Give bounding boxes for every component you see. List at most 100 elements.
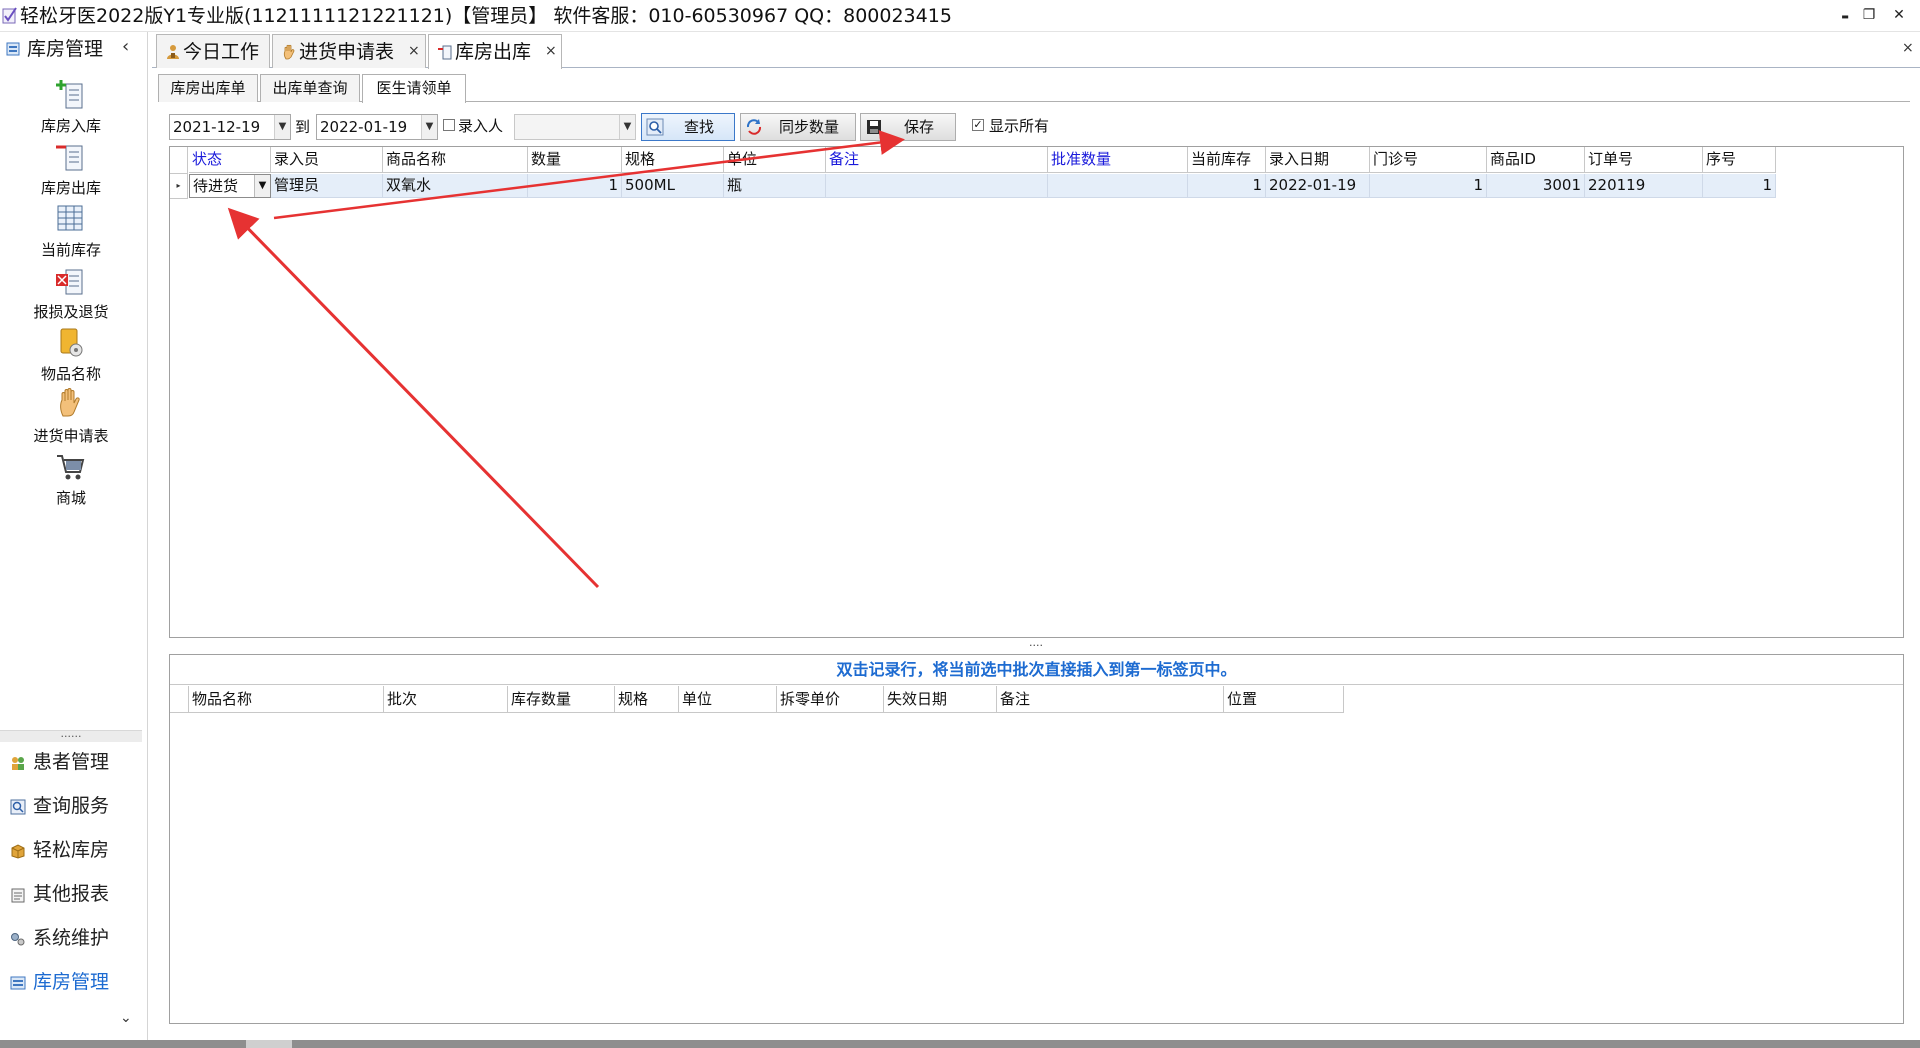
column-header-location[interactable]: 位置 [1224, 686, 1344, 713]
tab-label: 今日工作 [183, 41, 260, 63]
column-header-product-name[interactable]: 商品名称 [383, 147, 528, 173]
title-bar: 轻松牙医2022版Y1专业版(1121111121221121)【管理员】 软件… [0, 0, 1920, 32]
column-header-quantity[interactable]: 数量 [528, 147, 622, 173]
cell-unit[interactable]: 瓶 [724, 174, 826, 198]
batch-hint-text: 双击记录行，将当前选中批次直接插入到第一标签页中。 [170, 655, 1903, 685]
save-icon [867, 120, 881, 134]
column-header-batch[interactable]: 批次 [384, 686, 508, 713]
column-header-entry-clerk[interactable]: 录入员 [271, 147, 383, 173]
cell-entry-clerk[interactable]: 管理员 [271, 174, 383, 198]
chevron-down-icon[interactable]: ▼ [274, 115, 290, 139]
chevron-down-icon[interactable]: ▼ [254, 175, 270, 197]
cell-seq-no[interactable]: 1 [1703, 174, 1776, 198]
column-header-split-price[interactable]: 拆零单价 [777, 686, 884, 713]
module-other-reports[interactable]: 其他报表 [0, 878, 142, 912]
module-patients[interactable]: 患者管理 [0, 746, 142, 780]
column-header-approved-qty[interactable]: 批准数量 [1048, 147, 1188, 173]
storage-icon [6, 42, 20, 56]
maintenance-icon [11, 933, 25, 946]
date-from-picker[interactable]: 2021-12-19 ▼ [169, 114, 291, 140]
tab-purchase-request[interactable]: 进货申请表 × [272, 34, 426, 68]
column-header-order-no[interactable]: 订单号 [1585, 147, 1703, 173]
sync-quantity-button[interactable]: 同步数量 [740, 113, 856, 141]
entry-person-checkbox[interactable] [443, 119, 455, 131]
tool-label: 当前库存 [40, 241, 101, 259]
header-corner [170, 686, 189, 713]
shopping-cart-icon [57, 455, 85, 480]
cell-remarks[interactable] [826, 174, 1048, 198]
scrollbar-thumb[interactable] [246, 1040, 292, 1048]
column-header-status[interactable]: 状态 [189, 147, 271, 173]
tab-today-work[interactable]: 今日工作 [156, 34, 270, 68]
column-header-entry-date[interactable]: 录入日期 [1266, 147, 1370, 173]
column-header-seq-no[interactable]: 序号 [1703, 147, 1776, 173]
close-button[interactable]: ✕ [1890, 6, 1908, 24]
app-logo-icon [2, 7, 17, 24]
cell-spec[interactable]: 500ML [622, 174, 724, 198]
close-tab-icon[interactable]: × [545, 43, 557, 59]
cell-quantity[interactable]: 1 [528, 174, 622, 198]
reports-icon [11, 888, 25, 903]
column-header-remarks[interactable]: 备注 [997, 686, 1224, 713]
tool-label: 进货申请表 [33, 427, 109, 445]
nav-splitter[interactable]: ...... [0, 728, 142, 742]
cell-clinic-no[interactable]: 1 [1370, 174, 1487, 198]
tool-mall[interactable]: 商城 [0, 448, 142, 520]
collapse-nav-icon[interactable]: ‹ [122, 36, 129, 57]
chevron-down-icon[interactable]: ▼ [619, 115, 635, 139]
header-corner [170, 147, 188, 174]
chevron-down-icon[interactable]: ▼ [421, 115, 437, 139]
save-button[interactable]: 保存 [860, 113, 956, 141]
column-header-clinic-no[interactable]: 门诊号 [1370, 147, 1487, 173]
date-from-value: 2021-12-19 [173, 118, 261, 136]
cell-approved-qty[interactable] [1048, 174, 1188, 198]
column-header-expiry-date[interactable]: 失效日期 [884, 686, 997, 713]
requisition-table: 状态 录入员 商品名称 数量 规格 单位 备注 批准数量 当前库存 录入日期 门… [169, 146, 1904, 638]
show-all-label: 显示所有 [989, 117, 1050, 135]
tab-stock-out-query[interactable]: 出库单查询 [260, 74, 360, 102]
tool-label: 报损及退货 [33, 303, 109, 321]
panel-splitter[interactable]: .... [1024, 637, 1048, 650]
module-query[interactable]: 查询服务 [0, 790, 142, 824]
module-easy-warehouse[interactable]: 轻松库房 [0, 834, 142, 868]
column-header-product-id[interactable]: 商品ID [1487, 147, 1585, 173]
column-header-spec[interactable]: 规格 [615, 686, 679, 713]
column-header-item-name[interactable]: 物品名称 [189, 686, 384, 713]
column-header-unit[interactable]: 单位 [724, 147, 826, 173]
stock-in-icon [56, 80, 83, 109]
minimize-button[interactable]: ▬ [1836, 6, 1854, 24]
today-work-icon [167, 45, 179, 59]
scroll-down-icon[interactable]: ⌄ [120, 1010, 132, 1026]
tab-doctor-requisition[interactable]: 医生请领单 [362, 74, 466, 103]
date-to-picker[interactable]: 2022-01-19 ▼ [316, 114, 438, 140]
cell-current-stock[interactable]: 1 [1188, 174, 1266, 198]
search-button[interactable]: 查找 [641, 113, 735, 141]
document-tabs: 今日工作 进货申请表 × 库房出库 × [152, 34, 1920, 69]
close-all-tabs-icon[interactable]: × [1902, 40, 1914, 56]
tab-stock-out[interactable]: 库房出库 × [428, 34, 562, 69]
column-header-current-stock[interactable]: 当前库存 [1188, 147, 1266, 173]
column-header-remarks[interactable]: 备注 [826, 147, 1048, 173]
status-dropdown[interactable]: 待进货 ▼ [189, 174, 271, 198]
module-system-maintenance[interactable]: 系统维护 [0, 922, 142, 956]
sync-button-label: 同步数量 [778, 118, 839, 136]
module-storage-management[interactable]: 库房管理 [0, 966, 142, 1000]
restore-button[interactable]: ❐ [1860, 6, 1878, 24]
column-header-stock-qty[interactable]: 库存数量 [508, 686, 615, 713]
query-icon [10, 799, 26, 815]
cell-entry-date[interactable]: 2022-01-19 [1266, 174, 1370, 198]
horizontal-scrollbar[interactable] [0, 1040, 1920, 1048]
tab-stock-out-order[interactable]: 库房出库单 [158, 74, 258, 102]
cell-product-name[interactable]: 双氧水 [383, 174, 528, 198]
close-tab-icon[interactable]: × [408, 43, 420, 59]
patients-icon [12, 757, 24, 770]
sub-tabs: 库房出库单 出库单查询 医生请领单 [158, 72, 1910, 103]
column-header-spec[interactable]: 规格 [622, 147, 724, 173]
cell-product-id[interactable]: 3001 [1487, 174, 1585, 198]
column-header-unit[interactable]: 单位 [679, 686, 777, 713]
module-label: 查询服务 [33, 795, 110, 817]
entry-person-select[interactable]: ▼ [514, 114, 636, 140]
row-indicator[interactable]: ▸ [170, 174, 188, 199]
cell-order-no[interactable]: 220119 [1585, 174, 1703, 198]
show-all-checkbox[interactable]: ✓ [972, 119, 984, 131]
